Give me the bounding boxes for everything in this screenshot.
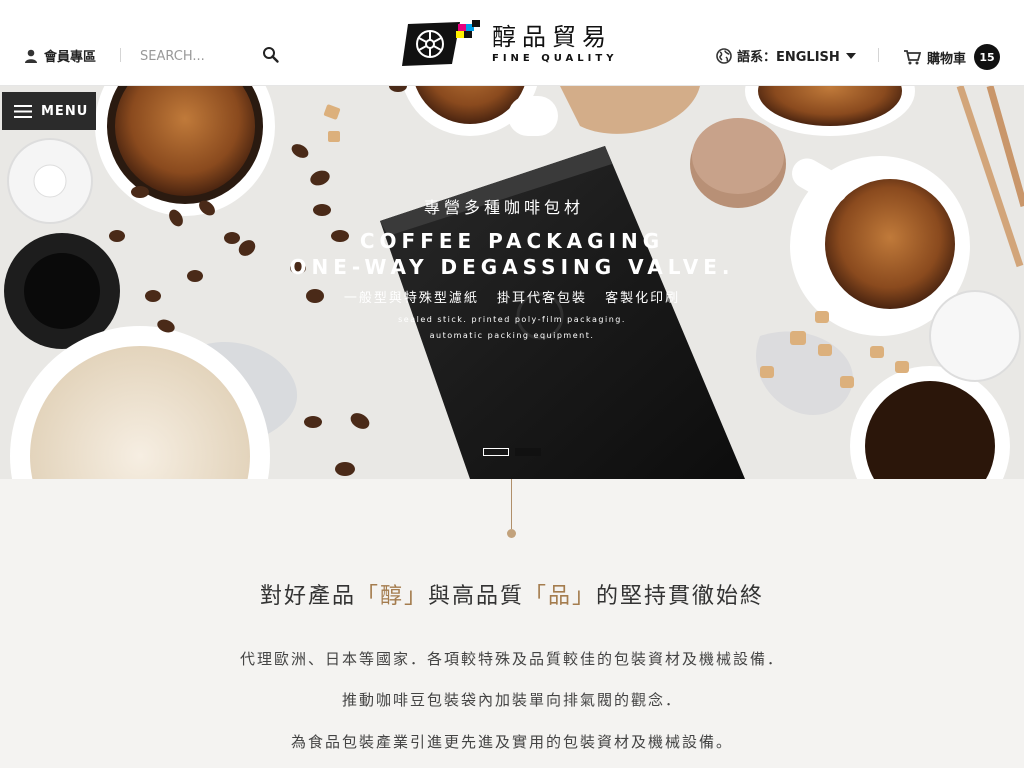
member-area-link[interactable]: 會員專區 bbox=[24, 46, 96, 65]
intro-heading: 對好產品「醇」與高品質「品」的堅持貫徹始終 bbox=[0, 578, 1024, 610]
page: 會員專區 醇品貿易 FINE QUALITY bbox=[0, 0, 1024, 768]
language-selector[interactable]: 語系：ENGLISH bbox=[716, 46, 856, 65]
logo-english-name: FINE QUALITY bbox=[492, 52, 618, 64]
slide-dot-1[interactable] bbox=[483, 448, 509, 456]
site-logo[interactable]: 醇品貿易 FINE QUALITY bbox=[400, 18, 617, 68]
hero-detail-line1: sealed stick. printed poly-film packagin… bbox=[398, 315, 626, 324]
intro-paragraph-1: 代理歐洲、日本等國家．各項較特殊及品質較佳的包裝資材及機械設備． bbox=[239, 650, 784, 668]
intro-heading-highlight1: 「醇」 bbox=[355, 584, 428, 609]
menu-button[interactable]: MENU bbox=[2, 92, 96, 130]
hero-services: 一般型與特殊型濾紙 掛耳代客包裝 客製化印刷 bbox=[343, 291, 681, 306]
intro-paragraph-2: 推動咖啡豆包裝袋內加裝單向排氣閥的觀念． bbox=[341, 691, 682, 709]
globe-icon bbox=[716, 47, 732, 64]
site-header: 會員專區 醇品貿易 FINE QUALITY bbox=[0, 0, 1024, 86]
decorative-dot bbox=[507, 529, 516, 538]
cart-label: 購物車 bbox=[927, 51, 967, 67]
logo-emblem-icon bbox=[402, 20, 480, 66]
member-area-label: 會員專區 bbox=[44, 50, 97, 65]
hero-detail-line2: automatic packing equipment. bbox=[429, 331, 595, 340]
decorative-line bbox=[511, 479, 512, 529]
hamburger-icon bbox=[14, 104, 32, 118]
intro-heading-part3: 的堅持貫徹始終 bbox=[596, 584, 765, 609]
menu-label: MENU bbox=[41, 103, 89, 119]
hero-title-line1: COFFEE PACKAGING bbox=[359, 229, 665, 253]
divider bbox=[878, 48, 879, 62]
intro-section: 對好產品「醇」與高品質「品」的堅持貫徹始終 代理歐洲、日本等國家．各項較特殊及品… bbox=[0, 479, 1024, 768]
language-label: 語系：ENGLISH bbox=[737, 50, 840, 65]
intro-heading-part2: 與高品質 bbox=[427, 584, 524, 609]
cart-count-badge: 15 bbox=[974, 44, 1001, 70]
hero-title-line2: ONE-WAY DEGASSING VALVE. bbox=[289, 255, 735, 279]
cart-button[interactable]: 購物車 15 bbox=[904, 44, 1001, 70]
hero-caption: 專營多種咖啡包材 COFFEE PACKAGING ONE-WAY DEGASS… bbox=[0, 86, 1024, 479]
hero-banner: 專營多種咖啡包材 COFFEE PACKAGING ONE-WAY DEGASS… bbox=[0, 86, 1024, 479]
user-icon bbox=[25, 49, 37, 63]
logo-chinese-name: 醇品貿易 bbox=[492, 22, 612, 51]
intro-paragraph-3: 為食品包裝產業引進更先進及實用的包裝資材及機械設備。 bbox=[290, 733, 733, 751]
intro-heading-part1: 對好產品 bbox=[259, 584, 356, 609]
slider-pagination bbox=[483, 448, 541, 456]
search-icon bbox=[263, 47, 279, 63]
search-input[interactable] bbox=[140, 44, 260, 68]
hero-subtitle: 專營多種咖啡包材 bbox=[423, 198, 584, 217]
chevron-down-icon bbox=[845, 52, 856, 59]
divider bbox=[120, 48, 121, 62]
search-button[interactable] bbox=[262, 46, 282, 66]
intro-heading-highlight2: 「品」 bbox=[524, 584, 597, 609]
cart-icon bbox=[904, 49, 921, 64]
slide-dot-2[interactable] bbox=[515, 448, 541, 456]
